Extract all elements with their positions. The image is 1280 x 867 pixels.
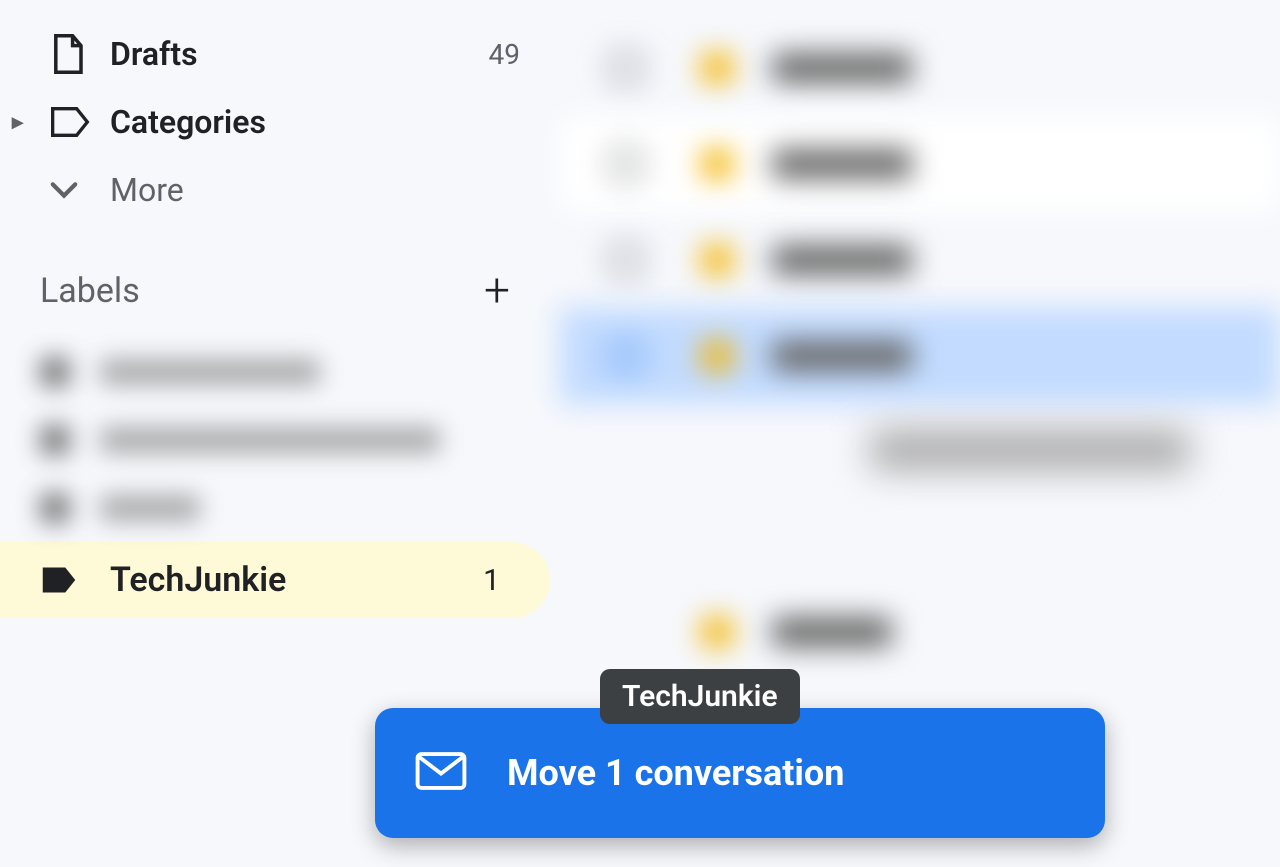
nav-label: Drafts — [110, 35, 198, 73]
sender-text — [772, 53, 912, 83]
sidebar-item-more[interactable]: More — [0, 156, 560, 224]
checkbox[interactable] — [610, 340, 642, 372]
nav-label: More — [110, 171, 184, 209]
envelope-icon — [415, 751, 467, 795]
checkbox[interactable] — [610, 244, 642, 276]
star-icon[interactable] — [702, 149, 732, 179]
checkbox[interactable] — [610, 52, 642, 84]
file-icon — [50, 33, 110, 75]
drag-tooltip: TechJunkie — [600, 669, 800, 724]
mail-row[interactable] — [560, 584, 1280, 680]
sender-text — [772, 341, 912, 371]
mail-row[interactable] — [560, 212, 1280, 308]
tag-icon — [50, 105, 110, 139]
label-tag-icon — [40, 565, 110, 595]
drag-card-text: Move 1 conversation — [507, 752, 844, 794]
labels-section-header: Labels + — [0, 224, 560, 338]
checkbox[interactable] — [610, 148, 642, 180]
sidebar-item-drafts[interactable]: Drafts 49 — [0, 20, 560, 88]
sidebar-item-categories[interactable]: ▸ Categories — [0, 88, 560, 156]
mail-row[interactable] — [560, 20, 1280, 116]
drag-tooltip-text: TechJunkie — [622, 679, 778, 714]
labels-title: Labels — [40, 271, 140, 311]
star-icon[interactable] — [702, 245, 732, 275]
add-label-button[interactable]: + — [484, 264, 510, 318]
blurred-label — [40, 406, 560, 474]
nav-label: Categories — [110, 103, 266, 141]
blurred-content — [870, 430, 1190, 470]
sender-text — [772, 617, 892, 647]
chevron-down-icon — [50, 181, 110, 199]
label-name: TechJunkie — [110, 560, 286, 600]
sender-text — [772, 245, 912, 275]
star-icon[interactable] — [702, 617, 732, 647]
star-icon[interactable] — [702, 341, 732, 371]
nav-count: 49 — [489, 38, 520, 71]
blurred-label — [40, 474, 560, 542]
star-icon[interactable] — [702, 53, 732, 83]
label-count: 1 — [483, 563, 500, 598]
blurred-labels-list — [0, 338, 560, 542]
sender-text — [772, 149, 912, 179]
blurred-label — [40, 338, 560, 406]
mail-row-selected[interactable] — [560, 308, 1280, 404]
drag-move-card: Move 1 conversation — [375, 708, 1105, 838]
caret-right-icon[interactable]: ▸ — [12, 110, 23, 135]
label-item-techjunkie[interactable]: TechJunkie 1 — [0, 542, 550, 618]
mail-row[interactable] — [560, 116, 1280, 212]
